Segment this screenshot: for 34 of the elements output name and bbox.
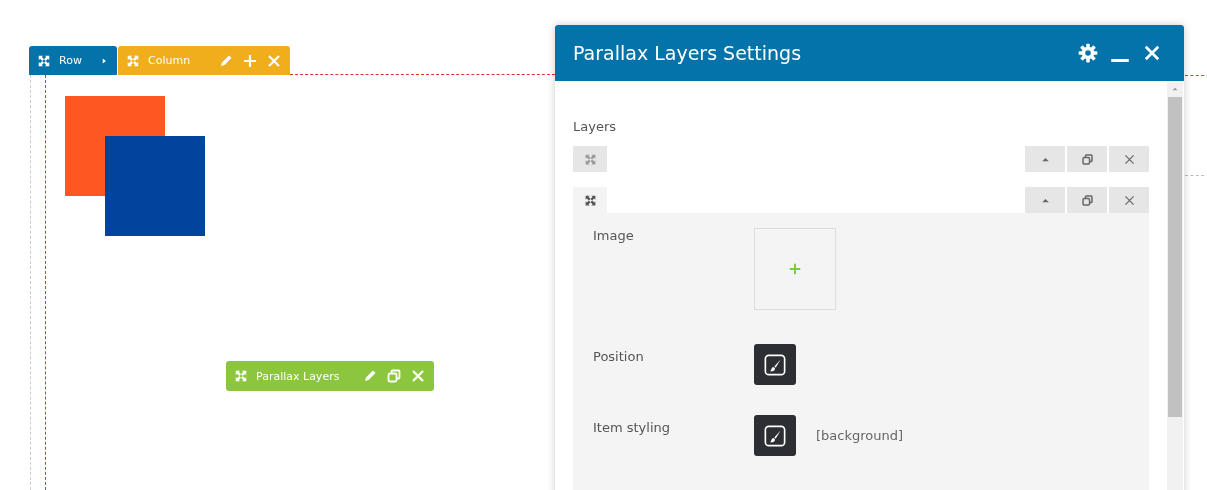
toolbar-label: Parallax Layers: [256, 369, 341, 383]
brush-icon: [764, 424, 786, 447]
duplicate-icon: [1080, 193, 1094, 207]
pencil-icon[interactable]: [362, 368, 378, 384]
remove-button[interactable]: [1109, 187, 1149, 213]
field-value: [background]: [816, 428, 904, 443]
toolbar-label: Column: [148, 54, 192, 67]
plus-icon[interactable]: [242, 52, 258, 69]
move-icon: [583, 152, 597, 166]
section-label: Layers: [573, 119, 618, 134]
duplicate-button[interactable]: [1067, 146, 1107, 172]
move-icon: [583, 193, 597, 207]
brush-icon: [764, 353, 786, 376]
close-icon: [1122, 152, 1136, 166]
toolbar-label: Row: [59, 54, 83, 67]
field-label: Position: [593, 348, 645, 364]
move-icon[interactable]: [37, 53, 51, 68]
plus-icon: [788, 262, 802, 276]
settings-icon[interactable]: [1078, 43, 1098, 63]
field-label: Item styling: [593, 419, 671, 435]
dialog-title: Parallax Layers Settings: [573, 42, 803, 64]
field-label: Image: [593, 228, 635, 243]
duplicate-icon[interactable]: [386, 368, 402, 384]
duplicate-icon: [1080, 152, 1094, 166]
scrollbar[interactable]: [1167, 81, 1183, 490]
close-icon: [1122, 193, 1136, 207]
close-icon[interactable]: [1142, 43, 1162, 63]
duplicate-button[interactable]: [1067, 187, 1107, 213]
style-button[interactable]: [754, 344, 796, 385]
drag-handle[interactable]: [573, 146, 607, 172]
style-button[interactable]: [754, 415, 796, 456]
remove-button[interactable]: [1109, 146, 1149, 172]
image-upload-button[interactable]: [754, 228, 836, 310]
drag-handle[interactable]: [573, 187, 607, 213]
